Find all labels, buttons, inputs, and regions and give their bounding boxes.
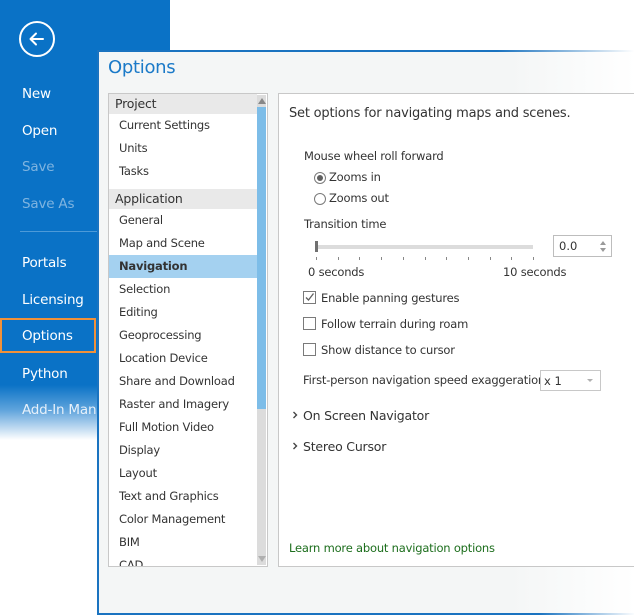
category-editing[interactable]: Editing bbox=[109, 301, 257, 324]
category-map-and-scene[interactable]: Map and Scene bbox=[109, 232, 257, 255]
category-group-application: Application bbox=[109, 189, 257, 209]
category-raster-and-imagery[interactable]: Raster and Imagery bbox=[109, 393, 257, 416]
slider-tick bbox=[446, 257, 447, 260]
show-distance-checkbox[interactable] bbox=[303, 343, 316, 356]
category-bim[interactable]: BIM bbox=[109, 531, 257, 554]
transition-time-label: Transition time bbox=[304, 217, 387, 231]
chevron-right-icon bbox=[293, 411, 298, 419]
follow-terrain-checkbox[interactable] bbox=[303, 317, 316, 330]
transition-slider-track[interactable] bbox=[316, 245, 533, 249]
enable-panning-checkbox[interactable] bbox=[303, 291, 316, 304]
slider-tick bbox=[468, 257, 469, 260]
backstage-licensing[interactable]: Licensing bbox=[22, 292, 84, 308]
category-color-management[interactable]: Color Management bbox=[109, 508, 257, 531]
panel-heading: Set options for navigating maps and scen… bbox=[289, 106, 571, 121]
backstage-divider bbox=[20, 231, 98, 232]
transition-time-spinner[interactable]: 0.0 bbox=[553, 235, 612, 257]
slider-tick bbox=[381, 257, 382, 260]
category-full-motion-video[interactable]: Full Motion Video bbox=[109, 416, 257, 439]
slider-min-label: 0 seconds bbox=[308, 265, 365, 279]
slider-tick bbox=[338, 257, 339, 260]
chevron-down-icon bbox=[587, 379, 593, 382]
category-cad[interactable]: CAD bbox=[109, 554, 257, 566]
backstage-python[interactable]: Python bbox=[22, 366, 68, 382]
zooms-in-radio[interactable] bbox=[314, 172, 326, 184]
stereo-cursor-label: Stereo Cursor bbox=[303, 439, 387, 454]
category-selection[interactable]: Selection bbox=[109, 278, 257, 301]
slider-tick bbox=[425, 257, 426, 260]
stereo-cursor-expander[interactable]: Stereo Cursor bbox=[293, 439, 387, 454]
transition-time-value[interactable]: 0.0 bbox=[559, 239, 577, 253]
navigation-settings-panel: Set options for navigating maps and scen… bbox=[278, 93, 634, 567]
checkmark-icon bbox=[305, 293, 315, 301]
arrow-left-icon bbox=[29, 32, 44, 46]
backstage-options[interactable]: Options bbox=[22, 328, 73, 344]
chevron-right-icon bbox=[293, 442, 298, 450]
category-current-settings[interactable]: Current Settings bbox=[109, 114, 257, 137]
scroll-down-icon[interactable] bbox=[258, 556, 266, 562]
category-tasks[interactable]: Tasks bbox=[109, 160, 257, 183]
slider-tick bbox=[533, 257, 534, 260]
backstage-portals[interactable]: Portals bbox=[22, 255, 67, 271]
category-text-and-graphics[interactable]: Text and Graphics bbox=[109, 485, 257, 508]
scrollbar-thumb[interactable] bbox=[257, 107, 266, 409]
slider-tick bbox=[490, 257, 491, 260]
zooms-out-radio[interactable] bbox=[314, 193, 326, 205]
slider-tick bbox=[511, 257, 512, 260]
slider-tick bbox=[403, 257, 404, 260]
category-general[interactable]: General bbox=[109, 209, 257, 232]
options-dialog: Options Project Current Settings Units T… bbox=[97, 50, 634, 615]
zooms-in-label[interactable]: Zooms in bbox=[329, 170, 381, 184]
category-share-and-download[interactable]: Share and Download bbox=[109, 370, 257, 393]
category-units[interactable]: Units bbox=[109, 137, 257, 160]
learn-more-link[interactable]: Learn more about navigation options bbox=[289, 541, 495, 555]
dialog-title: Options bbox=[108, 57, 176, 78]
slider-tick bbox=[316, 257, 317, 260]
show-distance-label[interactable]: Show distance to cursor bbox=[321, 343, 455, 357]
speed-exaggeration-dropdown[interactable]: x 1 bbox=[540, 370, 601, 391]
transition-slider-thumb[interactable] bbox=[315, 241, 318, 252]
enable-panning-label[interactable]: Enable panning gestures bbox=[321, 291, 459, 305]
mouse-wheel-label: Mouse wheel roll forward bbox=[304, 149, 444, 163]
follow-terrain-label[interactable]: Follow terrain during roam bbox=[321, 317, 468, 331]
speed-exaggeration-label: First-person navigation speed exaggerati… bbox=[303, 373, 545, 387]
zooms-out-label[interactable]: Zooms out bbox=[329, 191, 389, 205]
category-geoprocessing[interactable]: Geoprocessing bbox=[109, 324, 257, 347]
backstage-open[interactable]: Open bbox=[22, 123, 57, 139]
backstage-new[interactable]: New bbox=[22, 86, 51, 102]
on-screen-navigator-label: On Screen Navigator bbox=[303, 408, 430, 423]
scroll-up-icon[interactable] bbox=[258, 98, 266, 104]
slider-tick bbox=[359, 257, 360, 260]
back-button[interactable] bbox=[19, 21, 55, 57]
backstage-add-in-manager[interactable]: Add-In Man bbox=[22, 402, 97, 418]
slider-max-label: 10 seconds bbox=[503, 265, 567, 279]
on-screen-navigator-expander[interactable]: On Screen Navigator bbox=[293, 408, 430, 423]
category-list: Project Current Settings Units Tasks App… bbox=[108, 93, 268, 567]
spin-up-icon[interactable] bbox=[600, 241, 606, 245]
category-scrollbar[interactable] bbox=[257, 95, 266, 565]
speed-exaggeration-value: x 1 bbox=[544, 374, 562, 388]
category-layout[interactable]: Layout bbox=[109, 462, 257, 485]
category-location-device[interactable]: Location Device bbox=[109, 347, 257, 370]
category-display[interactable]: Display bbox=[109, 439, 257, 462]
spin-down-icon[interactable] bbox=[600, 248, 606, 252]
category-navigation[interactable]: Navigation bbox=[109, 255, 257, 278]
category-group-project: Project bbox=[109, 94, 257, 114]
backstage-save-as: Save As bbox=[22, 196, 75, 212]
backstage-save: Save bbox=[22, 159, 55, 175]
